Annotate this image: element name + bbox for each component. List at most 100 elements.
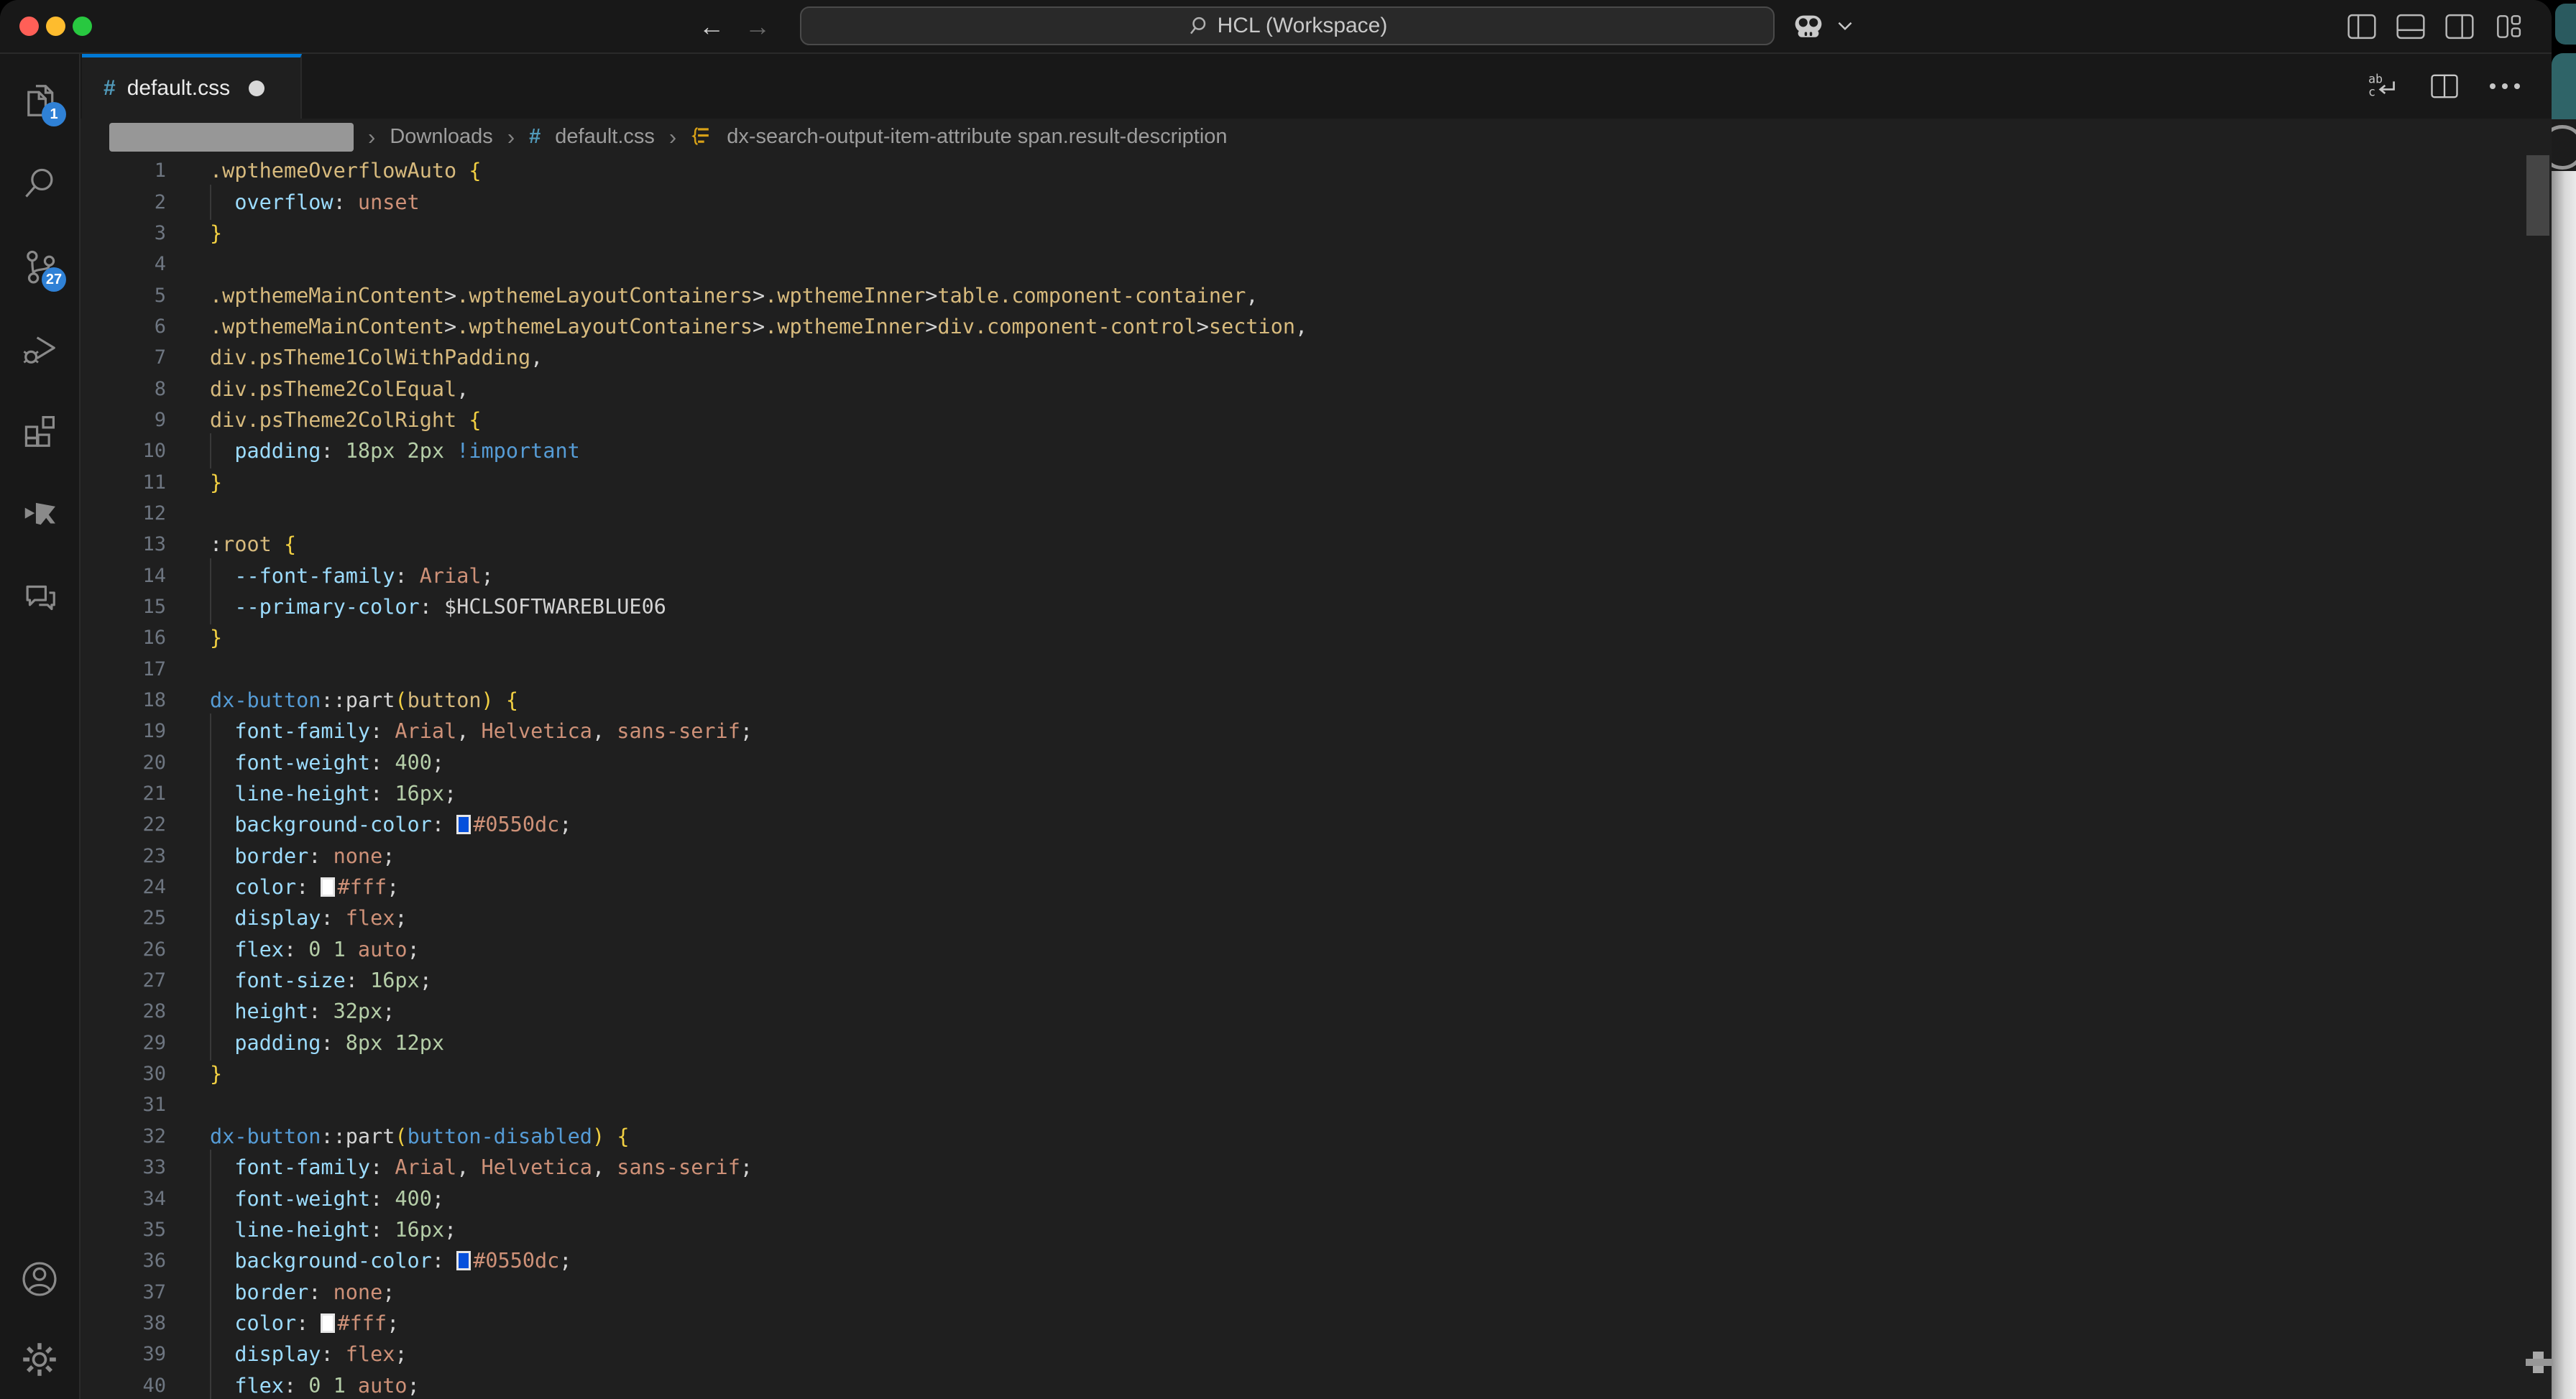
css-file-icon: # — [529, 125, 540, 149]
command-center-search[interactable]: HCL (Workspace) — [800, 6, 1775, 45]
tab-label: default.css — [127, 76, 230, 101]
toggle-primary-sidebar-icon[interactable] — [2346, 12, 2378, 41]
chevron-down-icon[interactable] — [1837, 21, 1853, 31]
line-number: 29 — [80, 1032, 166, 1054]
color-swatch[interactable] — [456, 815, 471, 834]
navigate-back-icon[interactable]: ← — [699, 11, 724, 42]
sidebar-item-run-debug[interactable] — [20, 329, 59, 368]
sidebar-item-extension-x[interactable] — [20, 494, 59, 533]
line-number: 21 — [80, 782, 166, 805]
code-line: 10 padding: 18px 2px !important — [80, 435, 2552, 466]
toggle-panel-icon[interactable] — [2395, 12, 2426, 41]
svg-text:c: c — [2368, 85, 2375, 98]
navigate-forward-icon[interactable]: → — [745, 11, 770, 42]
background-window-dark-block — [2552, 119, 2576, 171]
activity-bar: 1 — [0, 54, 80, 1399]
breadcrumb-root-redacted[interactable] — [109, 123, 354, 152]
color-swatch[interactable] — [321, 877, 335, 897]
editor[interactable]: 1.wpthemeOverflowAuto {2 overflow: unset… — [80, 155, 2552, 1399]
zoom-window-button[interactable] — [73, 17, 92, 36]
copilot-icon[interactable] — [1791, 11, 1826, 41]
color-swatch[interactable] — [456, 1251, 471, 1270]
sidebar-item-search[interactable] — [20, 164, 59, 203]
code-line: 32dx-button::part(button-disabled) { — [80, 1121, 2552, 1152]
modified-dot-icon[interactable] — [249, 80, 264, 96]
color-swatch[interactable] — [321, 1313, 335, 1333]
line-number: 23 — [80, 845, 166, 867]
explorer-badge: 1 — [42, 102, 66, 126]
code-line: 27 font-size: 16px; — [80, 965, 2552, 996]
breadcrumb-symbol[interactable]: dx-search-output-item-attribute span.res… — [727, 125, 1227, 149]
code-line: 37 border: none; — [80, 1276, 2552, 1307]
code-line: 18dx-button::part(button) { — [80, 685, 2552, 716]
code-line: 4 — [80, 249, 2552, 280]
code-line: 2 overflow: unset — [80, 186, 2552, 217]
code-line: 39 display: flex; — [80, 1339, 2552, 1370]
line-number: 26 — [80, 938, 166, 961]
customize-layout-icon[interactable] — [2493, 12, 2524, 41]
mouse-plus-cursor — [2526, 1352, 2552, 1373]
code-line: 13:root { — [80, 529, 2552, 560]
sidebar-item-explorer[interactable]: 1 — [20, 81, 59, 120]
breadcrumb-separator: › — [368, 124, 375, 150]
code-line: 35 line-height: 16px; — [80, 1214, 2552, 1245]
scrollbar-thumb[interactable] — [2526, 155, 2549, 236]
word-wrap-icon[interactable]: ab c — [2366, 72, 2399, 101]
sidebar-item-extensions[interactable] — [20, 412, 59, 451]
line-number: 17 — [80, 658, 166, 680]
tab-default-css[interactable]: # default.css — [82, 54, 302, 119]
line-number: 31 — [80, 1094, 166, 1116]
breadcrumb-file[interactable]: default.css — [555, 125, 655, 149]
sidebar-item-source-control[interactable]: 27 — [20, 246, 59, 285]
background-window-sliver — [2552, 0, 2576, 1399]
css-rule-symbol-icon — [691, 126, 712, 149]
line-number: 36 — [80, 1250, 166, 1272]
background-window-teal-block — [2555, 4, 2576, 45]
code-line: 25 display: flex; — [80, 902, 2552, 933]
code-line: 16} — [80, 622, 2552, 653]
code-line: 33 font-family: Arial, Helvetica, sans-s… — [80, 1152, 2552, 1183]
line-number: 5 — [80, 285, 166, 307]
search-icon — [1187, 15, 1209, 37]
code-line: 3} — [80, 218, 2552, 249]
source-control-badge: 27 — [42, 267, 66, 292]
split-editor-icon[interactable] — [2429, 73, 2460, 100]
line-number: 25 — [80, 907, 166, 929]
line-number: 10 — [80, 440, 166, 462]
breadcrumbs: › Downloads › # default.css › dx-search-… — [80, 119, 2552, 155]
run-and-debug-icon — [20, 329, 59, 368]
line-number: 14 — [80, 565, 166, 587]
comments-icon — [20, 577, 59, 616]
vscode-window: ← → HCL (Workspace) — [0, 0, 2552, 1399]
line-number: 33 — [80, 1156, 166, 1178]
breadcrumb-folder[interactable]: Downloads — [390, 125, 492, 149]
code-line: 20 font-weight: 400; — [80, 747, 2552, 778]
more-actions-icon[interactable] — [2490, 83, 2520, 89]
line-number: 38 — [80, 1312, 166, 1334]
svg-text:ab: ab — [2368, 73, 2383, 86]
code-line: 22 background-color: #0550dc; — [80, 809, 2552, 840]
breadcrumb-separator: › — [669, 124, 676, 150]
line-number: 40 — [80, 1375, 166, 1397]
line-number: 8 — [80, 378, 166, 400]
line-number: 35 — [80, 1219, 166, 1241]
code-line: 30} — [80, 1058, 2552, 1089]
title-bar: ← → HCL (Workspace) — [0, 0, 2552, 54]
accounts-button[interactable] — [20, 1260, 59, 1298]
sidebar-item-comments[interactable] — [20, 577, 59, 616]
minimize-window-button[interactable] — [46, 17, 65, 36]
background-window-teal-header — [2552, 53, 2576, 119]
line-number: 3 — [80, 222, 166, 244]
search-icon — [20, 164, 59, 203]
line-number: 34 — [80, 1188, 166, 1210]
background-window-light-panel — [2552, 171, 2576, 1399]
toggle-secondary-sidebar-icon[interactable] — [2444, 12, 2475, 41]
line-number: 24 — [80, 876, 166, 898]
traffic-lights — [19, 17, 92, 36]
settings-button[interactable] — [20, 1340, 59, 1379]
code-line: 5.wpthemeMainContent>.wpthemeLayoutConta… — [80, 280, 2552, 310]
code-line: 29 padding: 8px 12px — [80, 1028, 2552, 1058]
line-number: 28 — [80, 1000, 166, 1022]
code-line: 24 color: #fff; — [80, 872, 2552, 902]
close-window-button[interactable] — [19, 17, 39, 36]
